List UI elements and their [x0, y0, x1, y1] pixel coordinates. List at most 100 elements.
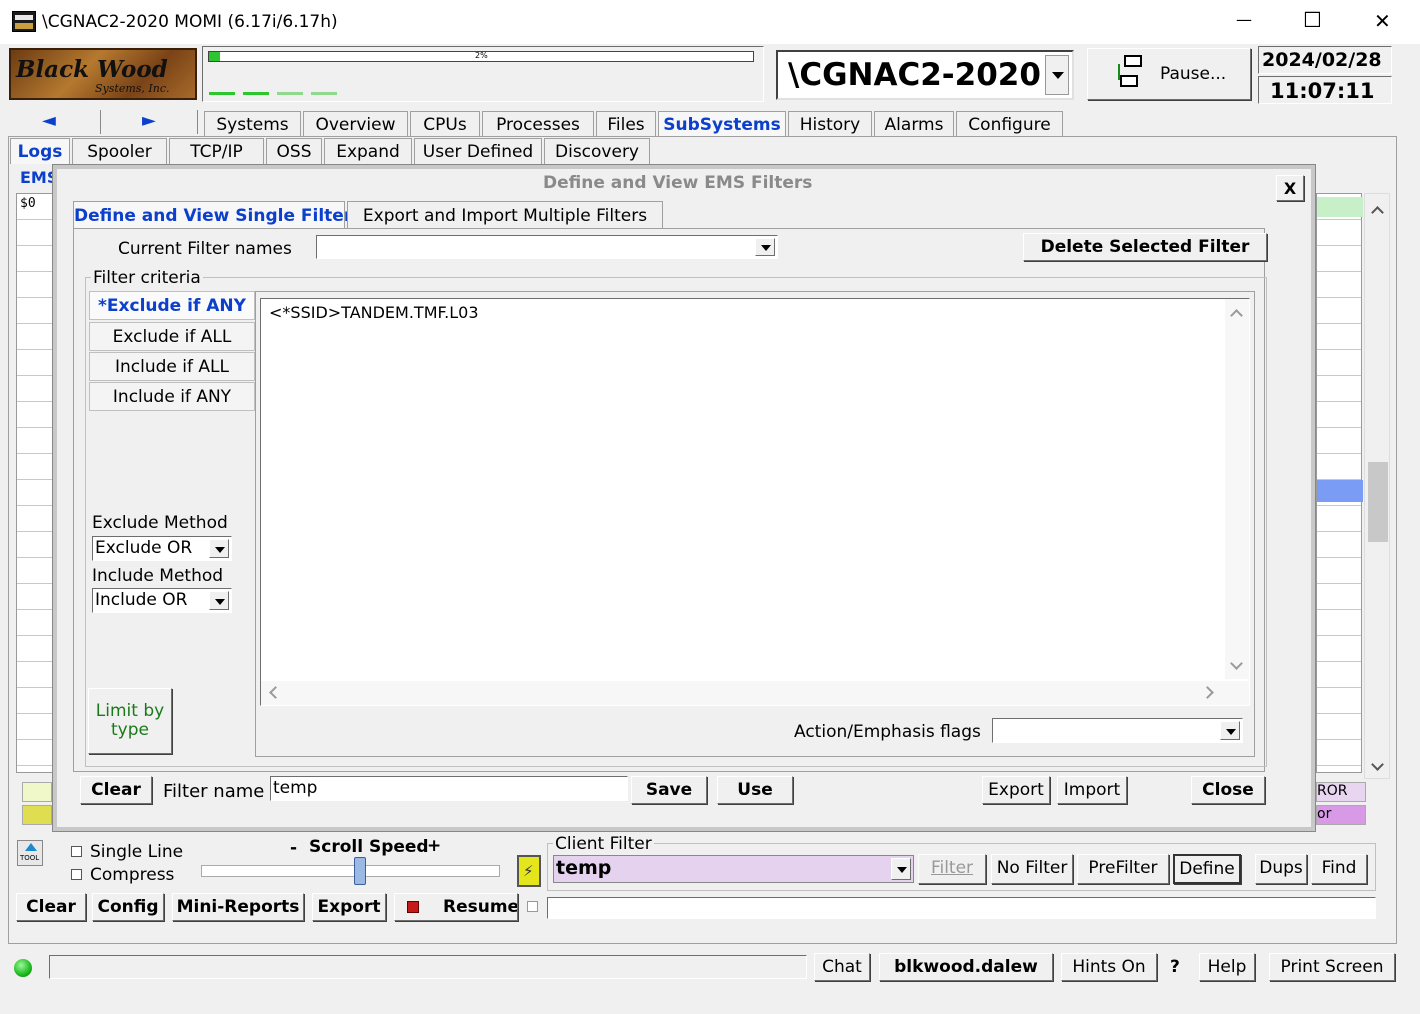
print-screen-button[interactable]: Print Screen: [1269, 953, 1395, 981]
config-button[interactable]: Config: [92, 893, 164, 921]
error-swatch: ROR: [1316, 782, 1366, 802]
dialog-title: Define and View EMS Filters: [543, 173, 813, 193]
filter-name-label: Filter name: [163, 781, 265, 802]
dialog-export-button[interactable]: Export: [982, 776, 1050, 804]
chevron-down-icon[interactable]: [1220, 721, 1240, 740]
find-button[interactable]: Find: [1311, 854, 1367, 884]
dialog-import-button[interactable]: Import: [1057, 776, 1127, 804]
dialog-tabs: Define and View Single Filter Export and…: [73, 201, 665, 229]
tab-subsystems[interactable]: SubSystems: [658, 111, 786, 137]
criteria-tab-include-any[interactable]: Include if ANY: [89, 382, 255, 411]
use-button[interactable]: Use: [717, 776, 793, 804]
tool-button[interactable]: TOOL: [17, 840, 43, 866]
current-filter-select[interactable]: [316, 235, 778, 259]
dialog-close-button[interactable]: Close: [1191, 776, 1265, 804]
arrow-right-icon: ►: [142, 110, 156, 131]
progress-panel: 2%: [202, 46, 764, 102]
export-button[interactable]: Export: [312, 893, 386, 921]
dialog-clear-button[interactable]: Clear: [80, 776, 152, 804]
hints-on-button[interactable]: Hints On: [1061, 953, 1157, 981]
dups-button[interactable]: Dups: [1255, 854, 1307, 884]
filter-button[interactable]: Filter: [918, 854, 986, 884]
tab-discovery[interactable]: Discovery: [544, 138, 650, 164]
tab-export-import-filters[interactable]: Export and Import Multiple Filters: [347, 201, 663, 229]
logo-text: Black Wood: [16, 56, 168, 83]
forward-arrow-button[interactable]: ►: [104, 110, 198, 134]
resume-button[interactable]: Resume: [394, 893, 518, 921]
maximize-button[interactable]: ☐: [1303, 8, 1322, 32]
save-button[interactable]: Save: [631, 776, 707, 804]
current-filter-label: Current Filter names: [118, 239, 292, 259]
no-filter-button[interactable]: No Filter: [991, 854, 1073, 884]
tab-files[interactable]: Files: [596, 111, 656, 137]
scroll-down-icon[interactable]: [1371, 758, 1384, 771]
back-arrow-button[interactable]: ◄: [10, 110, 101, 134]
mini-reports-button[interactable]: Mini-Reports: [172, 893, 304, 921]
chat-button[interactable]: Chat: [814, 953, 870, 981]
tab-user-defined[interactable]: User Defined: [414, 138, 542, 164]
tab-spooler[interactable]: Spooler: [72, 138, 167, 164]
exclude-method-select[interactable]: Exclude OR: [92, 536, 232, 561]
prefilter-button[interactable]: PreFilter: [1077, 854, 1169, 884]
progress-bar: 2%: [208, 51, 754, 62]
minimize-button[interactable]: —: [1236, 10, 1252, 29]
tab-processes[interactable]: Processes: [482, 111, 594, 137]
filter-name-input[interactable]: temp: [270, 776, 628, 801]
title-bar: \CGNAC2-2020 MOMI (6.17i/6.17h) — ☐ ✕: [0, 0, 1420, 44]
tab-define-single-filter[interactable]: Define and View Single Filter: [73, 201, 352, 229]
tab-history[interactable]: History: [788, 111, 872, 137]
tab-oss[interactable]: OSS: [266, 138, 322, 164]
scroll-up-icon[interactable]: [1371, 206, 1384, 219]
compress-label: Compress: [90, 865, 175, 885]
single-line-checkbox[interactable]: [71, 846, 82, 857]
action-flags-select[interactable]: [992, 718, 1243, 743]
scroll-up-icon[interactable]: [1230, 309, 1243, 322]
tab-cpus[interactable]: CPUs: [410, 111, 480, 137]
criteria-tab-exclude-any[interactable]: *Exclude if ANY: [89, 291, 255, 320]
scroll-speed-slider[interactable]: [201, 857, 500, 885]
tab-overview[interactable]: Overview: [303, 111, 408, 137]
scroll-down-icon[interactable]: [1230, 657, 1243, 670]
textarea-hscroll[interactable]: [261, 681, 1249, 705]
criteria-textarea[interactable]: <*SSID>TANDEM.TMF.L03: [260, 298, 1250, 706]
delete-selected-filter-button[interactable]: Delete Selected Filter: [1023, 233, 1267, 261]
dialog-close-x[interactable]: X: [1276, 175, 1304, 201]
tab-tcpip[interactable]: TCP/IP: [169, 138, 264, 164]
chevron-down-icon[interactable]: [209, 539, 229, 558]
progress-label: 2%: [475, 51, 488, 60]
tab-systems[interactable]: Systems: [204, 111, 301, 137]
tab-expand[interactable]: Expand: [324, 138, 412, 164]
close-window-button[interactable]: ✕: [1374, 9, 1391, 33]
client-filter-select[interactable]: temp: [553, 855, 914, 883]
status-indicator: [14, 959, 32, 977]
action-flags-label: Action/Emphasis flags: [794, 722, 981, 742]
slider-thumb[interactable]: [354, 857, 366, 885]
include-method-select[interactable]: Include OR: [92, 588, 232, 613]
question-icon[interactable]: ?: [1170, 957, 1180, 977]
clear-button[interactable]: Clear: [16, 893, 86, 921]
criteria-tab-exclude-all[interactable]: Exclude if ALL: [89, 322, 255, 351]
pause-button[interactable]: Pause...: [1087, 48, 1251, 100]
criteria-tab-include-all[interactable]: Include if ALL: [89, 352, 255, 381]
compress-checkbox[interactable]: [71, 869, 82, 880]
scroll-right-icon[interactable]: [1201, 686, 1214, 699]
status-message-field: [49, 955, 807, 979]
user-button[interactable]: blkwood.dalew: [879, 953, 1053, 981]
chevron-down-icon[interactable]: [209, 591, 229, 610]
filter-criteria-label: Filter criteria: [91, 268, 203, 288]
help-button[interactable]: Help: [1199, 953, 1255, 981]
chevron-down-icon[interactable]: [891, 858, 911, 880]
tab-logs[interactable]: Logs: [10, 138, 70, 164]
textarea-vscroll[interactable]: [1225, 299, 1249, 679]
limit-by-type-button[interactable]: Limit by type: [88, 688, 172, 754]
tab-configure[interactable]: Configure: [956, 111, 1063, 137]
system-selector[interactable]: \CGNAC2-2020: [776, 50, 1074, 100]
scroll-left-icon[interactable]: [269, 686, 282, 699]
chevron-down-icon[interactable]: [755, 238, 775, 256]
tab-alarms[interactable]: Alarms: [874, 111, 954, 137]
define-button[interactable]: Define: [1173, 854, 1241, 884]
lightning-button[interactable]: ⚡: [517, 855, 541, 887]
resume-checkbox[interactable]: [527, 901, 538, 912]
event-grid-scrollbar[interactable]: [1364, 193, 1390, 779]
chevron-down-icon[interactable]: [1045, 55, 1069, 95]
